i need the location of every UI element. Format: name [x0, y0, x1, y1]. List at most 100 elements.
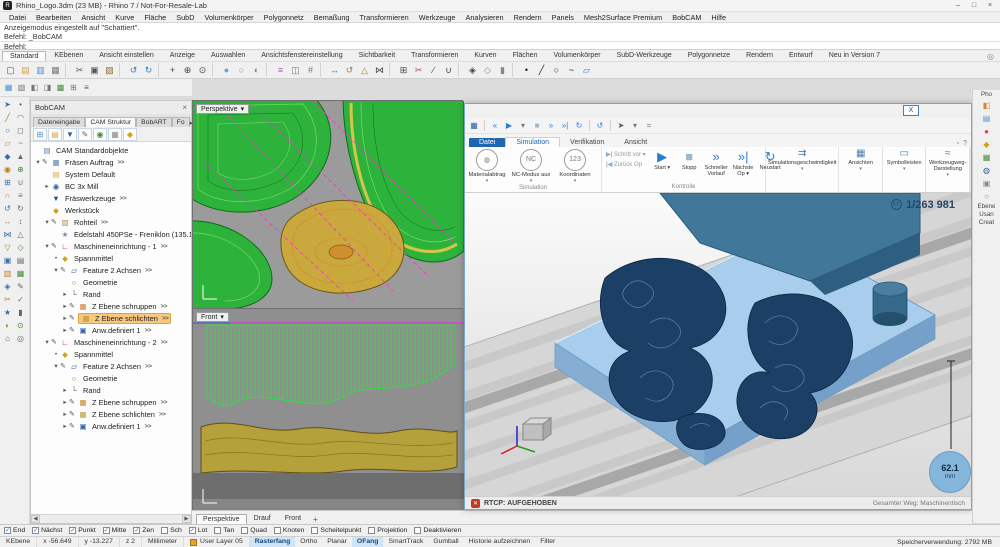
next-op-button[interactable]: »|Nächste Op ▾	[730, 149, 757, 177]
osnap-end[interactable]: ✓End	[4, 527, 25, 534]
menu-item-polygonnetz[interactable]: Polygonnetz	[259, 13, 309, 22]
target-icon[interactable]: ◎	[14, 332, 27, 345]
print-icon[interactable]: ▦	[48, 63, 63, 78]
zoom-extents-icon[interactable]: ⊕	[180, 63, 195, 78]
toggle-planar[interactable]: Planar	[322, 537, 352, 547]
z-coordinate[interactable]: z 2	[120, 537, 142, 547]
expand-icon[interactable]: ▸	[61, 326, 69, 334]
grid-icon[interactable]: #	[303, 63, 318, 78]
rotate-icon[interactable]: ↺	[342, 63, 357, 78]
maximize-button[interactable]: □	[967, 1, 981, 11]
tree-item[interactable]: ★Edelstahl 450PSe - Freniklon (135.18	[31, 228, 191, 240]
toggle-smarttrack[interactable]: SmartTrack	[383, 537, 428, 547]
collapse-icon[interactable]: ▾	[43, 242, 51, 250]
menu-item-datei[interactable]: Datei	[4, 13, 31, 22]
toolbar-tab-entwurf[interactable]: Entwurf	[781, 50, 821, 61]
tree-item[interactable]: ◆Werkstück	[31, 204, 191, 216]
cam-tab-bobart[interactable]: BobART	[136, 117, 172, 127]
tree-item-expand-suffix[interactable]: >>	[144, 327, 151, 334]
toolbars-button[interactable]: ▭Symbolleisten▾	[883, 147, 927, 192]
edit-pencil-icon[interactable]: ✎	[42, 158, 51, 166]
toolbar-tab-ansichtsfenstereinstellung[interactable]: Ansichtsfenstereinstellung	[253, 50, 350, 61]
expand-icon[interactable]: ▸	[61, 410, 69, 418]
pin-icon[interactable]: ▫	[957, 140, 959, 147]
checkbox-checked-icon[interactable]: ✓	[4, 527, 11, 534]
collapse-icon[interactable]: ▾	[34, 158, 42, 166]
toolbar-tab-ansicht-einstellen[interactable]: Ansicht einstellen	[91, 50, 161, 61]
views-button[interactable]: ▦Ansichten▾	[839, 147, 883, 192]
tree-item-expand-suffix[interactable]: >>	[162, 315, 169, 322]
display-list-icon[interactable]: ≡	[80, 81, 93, 94]
toggle-filter[interactable]: Filter	[535, 537, 560, 547]
nc-mode-button[interactable]: NCNC-Modus aus▾	[509, 149, 553, 184]
cut-tool-icon[interactable]: ✂	[1, 293, 14, 306]
hatch-icon[interactable]: ▤	[14, 254, 27, 267]
front-viewport[interactable]: Front ▾	[192, 308, 463, 510]
cam-panel-close-icon[interactable]: ×	[182, 103, 187, 112]
collapse-icon[interactable]: ▾	[52, 266, 60, 274]
viewport-tab-front[interactable]: Front	[278, 513, 308, 524]
gem-icon[interactable]: ◈	[1, 280, 14, 293]
freeform-icon[interactable]: ~	[14, 137, 27, 150]
display-grid-icon[interactable]: ▦	[2, 81, 15, 94]
new-file-icon[interactable]: ▢	[3, 63, 18, 78]
tree-item-expand-suffix[interactable]: >>	[161, 243, 168, 250]
plane-tool-icon[interactable]: ▱	[1, 137, 14, 150]
material-removal-button[interactable]: ◍Materialabtrag▾	[465, 149, 509, 184]
perspective-viewport[interactable]: Perspektive ▾	[192, 100, 463, 308]
lock-icon[interactable]: ▮	[495, 63, 510, 78]
undo-tool-icon[interactable]: ↺	[1, 202, 14, 215]
star-icon[interactable]: ★	[1, 306, 14, 319]
perspective-viewport-menu[interactable]: Perspektive ▾	[196, 104, 249, 114]
mirror-icon[interactable]: ⋈	[372, 63, 387, 78]
display-shade-icon[interactable]: ▧	[15, 81, 28, 94]
open-file-icon[interactable]: ▤	[18, 63, 33, 78]
tree-item-selected[interactable]: ▸✎▦Z Ebene schlichten>>	[31, 312, 191, 324]
toolbar-tab-transformieren[interactable]: Transformieren	[403, 50, 466, 61]
wireframe-view-icon[interactable]: ○	[234, 63, 249, 78]
copy-icon[interactable]: ▣	[87, 63, 102, 78]
collapse-icon[interactable]: ▾	[52, 362, 60, 370]
expand-icon[interactable]: ▸	[61, 398, 69, 406]
scale-down-icon[interactable]: ▽	[1, 241, 14, 254]
osnap-tan[interactable]: Tan	[214, 527, 234, 534]
vmove-tool-icon[interactable]: ↕	[14, 215, 27, 228]
edit-pencil-icon[interactable]: ✎	[60, 266, 69, 274]
mesh-icon[interactable]: ▦	[14, 267, 27, 280]
tree-item-expand-suffix[interactable]: >>	[144, 423, 151, 430]
panel-help-icon[interactable]: ○	[980, 190, 994, 203]
osnap-scheitelpunkt[interactable]: Scheitelpunkt	[311, 527, 361, 534]
tree-item-expand-suffix[interactable]: >>	[161, 339, 168, 346]
material-icon[interactable]: ◆	[123, 128, 137, 141]
osnap-zen[interactable]: ✓Zen	[133, 527, 154, 534]
checkbox-icon[interactable]	[368, 527, 375, 534]
collapse-icon[interactable]: ▾	[43, 218, 51, 226]
tree-item-expand-suffix[interactable]: >>	[145, 363, 152, 370]
menu-item-panels[interactable]: Panels	[547, 13, 579, 22]
right-strip-panel-label[interactable]: Usan	[979, 211, 993, 219]
tree-item[interactable]: ▾✎∟Maschineneinrichtung - 2>>	[31, 336, 191, 348]
checkbox-icon[interactable]	[241, 527, 248, 534]
tree-item[interactable]: ▾✎▦Fräsen Auftrag>>	[31, 156, 191, 168]
toggle-ortho[interactable]: Ortho	[295, 537, 322, 547]
circle-icon[interactable]: ○	[549, 63, 564, 78]
toolbar-tab-rendern[interactable]: Rendern	[738, 50, 781, 61]
tree-item[interactable]: •◆Spannmittel	[31, 348, 191, 360]
menu-item-bema-ung[interactable]: Bemaßung	[309, 13, 355, 22]
options-icon[interactable]: =	[643, 119, 655, 132]
sim-tab-simulation[interactable]: Simulation	[505, 137, 560, 147]
intersect-icon[interactable]: ∩	[1, 189, 14, 202]
edit-pencil-icon[interactable]: ✎	[60, 362, 69, 370]
edit-pencil-icon[interactable]: ✎	[69, 302, 78, 310]
front-canvas[interactable]	[193, 309, 464, 511]
edit-setup-icon[interactable]: ✎	[78, 128, 92, 141]
rect-tool-icon[interactable]: ◻	[14, 124, 27, 137]
cam-panel-scrollbar[interactable]: ◀ ▶	[31, 514, 191, 523]
checkbox-checked-icon[interactable]: ✓	[189, 527, 196, 534]
scrollbar-track[interactable]	[41, 516, 181, 523]
line-icon[interactable]: ╱	[534, 63, 549, 78]
lock-tool-icon[interactable]: ▮	[14, 306, 27, 319]
stop-sim-button[interactable]: ■Stopp	[676, 149, 703, 177]
play-caret-icon[interactable]: ▾	[517, 119, 529, 132]
display-quarter-icon[interactable]: ◨	[41, 81, 54, 94]
